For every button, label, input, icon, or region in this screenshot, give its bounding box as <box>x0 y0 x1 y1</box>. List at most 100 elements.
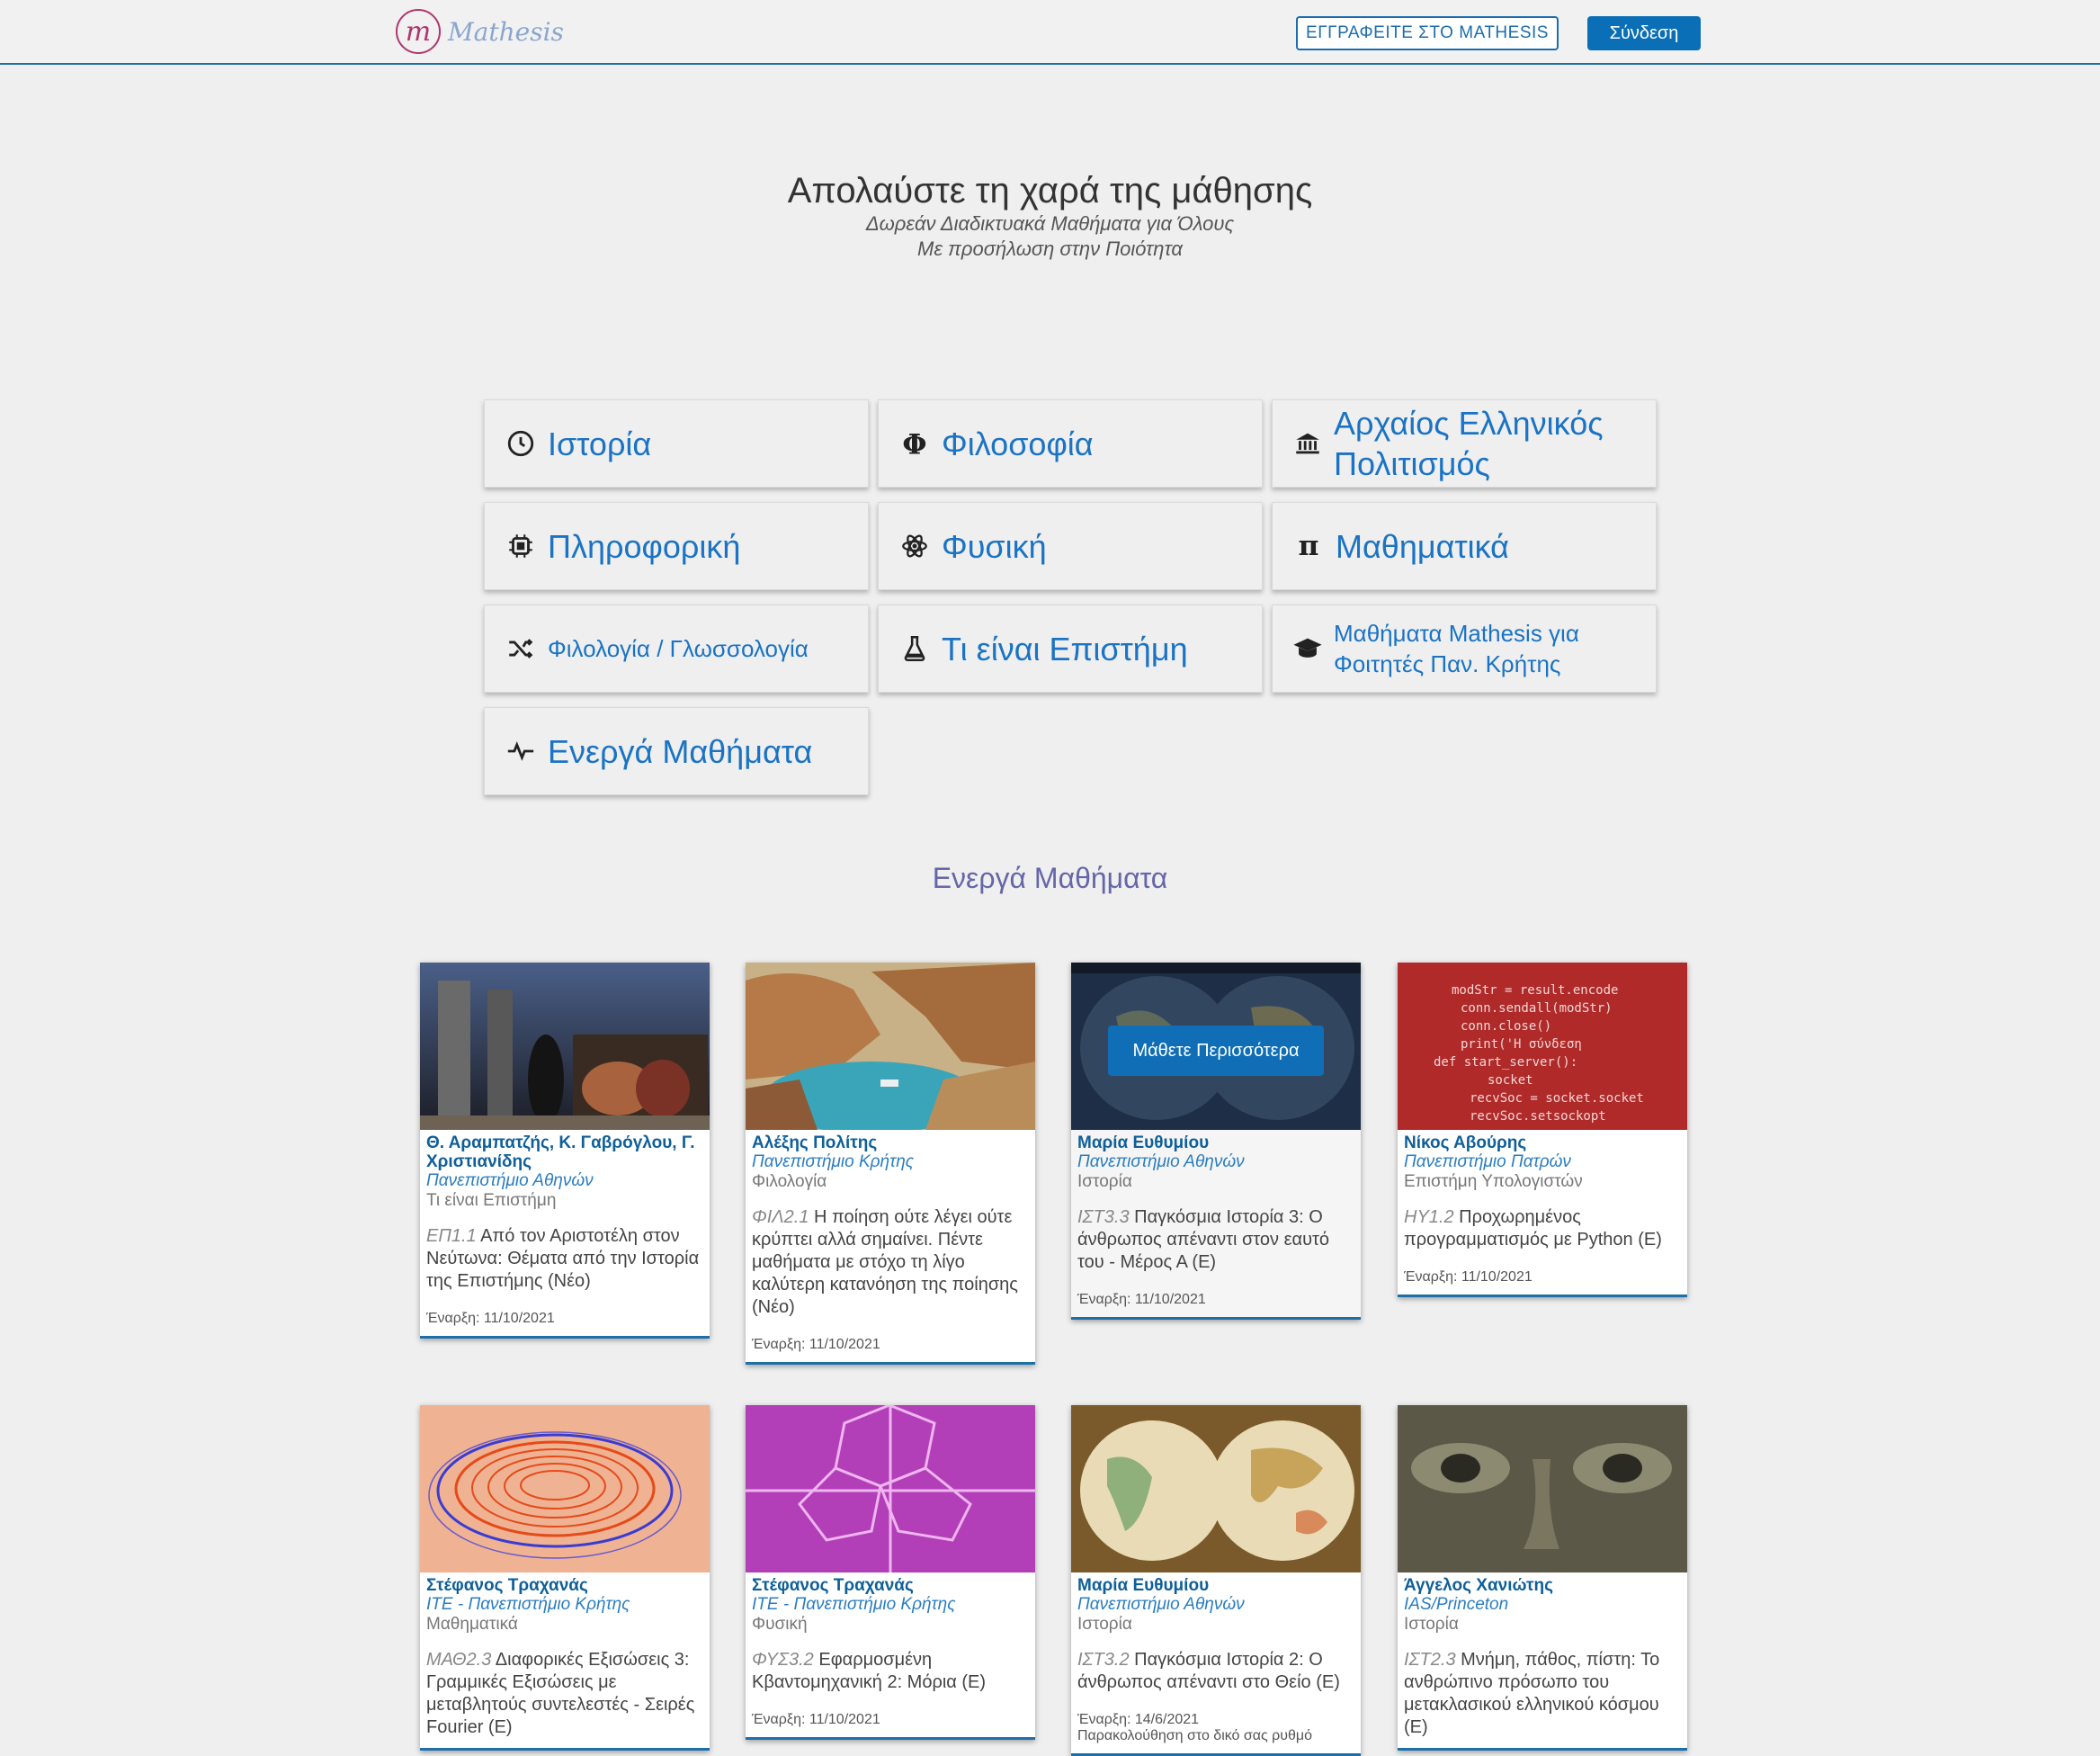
course-image <box>746 963 1035 1130</box>
learn-more-button[interactable]: Μάθετε Περισσότερα <box>1108 1026 1324 1076</box>
course-code: ΗΥ1.2 <box>1404 1207 1454 1227</box>
course-card[interactable]: Στέφανος Τραχανάς ΙΤΕ - Πανεπιστήμιο Κρή… <box>420 1405 710 1751</box>
course-start-date: Έναρξη: 11/10/2021 <box>752 1712 880 1727</box>
category-label: Τι είναι Επιστήμη <box>942 630 1188 667</box>
flask-icon <box>898 632 931 665</box>
course-card[interactable]: Μάθετε Περισσότερα Μαρία Ευθυμίου Πανεπι… <box>1071 963 1361 1320</box>
category-physics[interactable]: Φυσική <box>878 502 1263 590</box>
course-author[interactable]: Μαρία Ευθυμίου <box>1077 1133 1354 1152</box>
course-title[interactable]: ΜΑΘ2.3 Διαφορικές Εξισώσεις 3: Γραμμικές… <box>426 1649 703 1739</box>
course-field: Τι είναι Επιστήμη <box>426 1191 557 1210</box>
course-code: ΕΠ1.1 <box>426 1226 477 1246</box>
course-title[interactable]: ΙΣΤ3.3 Παγκόσμια Ιστορία 3: Ο άνθρωπος α… <box>1077 1206 1354 1274</box>
hero-subtitle-2: Με προσήλωση στην Ποιότητα <box>917 237 1183 260</box>
course-card[interactable]: Αλέξης Πολίτης Πανεπιστήμιο Κρήτης Φιλολ… <box>746 963 1035 1365</box>
course-image <box>420 963 710 1130</box>
course-self-paced-note: Παρακολούθηση στο δικό σας ρυθμό <box>1077 1728 1313 1743</box>
svg-text:print('H σύνδεση: print('H σύνδεση <box>1461 1037 1582 1052</box>
category-label: Μαθήματα Mathesis για Φοιτητές Παν. Κρήτ… <box>1334 620 1579 677</box>
category-label: Μαθηματικά <box>1336 527 1509 565</box>
category-what-is-science[interactable]: Τι είναι Επιστήμη <box>878 605 1263 693</box>
logo-m-icon: m <box>396 9 441 54</box>
course-card[interactable]: Στέφανος Τραχανάς ΙΤΕ - Πανεπιστήμιο Κρή… <box>746 1405 1035 1740</box>
svg-text:Φ: Φ <box>902 428 926 459</box>
course-author[interactable]: Μαρία Ευθυμίου <box>1077 1576 1354 1595</box>
course-author[interactable]: Άγγελος Χανιώτης <box>1404 1576 1681 1595</box>
course-author[interactable]: Στέφανος Τραχανάς <box>426 1576 703 1595</box>
category-crete-students[interactable]: Μαθήματα Mathesis για Φοιτητές Παν. Κρήτ… <box>1272 605 1657 693</box>
hero-title: Απολαύστε τη χαρά της μάθησης <box>787 171 1313 211</box>
course-code: ΙΣΤ2.3 <box>1404 1650 1456 1670</box>
course-author[interactable]: Νίκος Αβούρης <box>1404 1133 1681 1152</box>
course-image <box>746 1405 1035 1572</box>
course-title[interactable]: ΗΥ1.2 Προχωρημένος προγραμματισμός με Py… <box>1404 1206 1681 1251</box>
category-label: Φιλολογία / Γλωσσολογία <box>548 635 809 662</box>
svg-text:modStr = result.encode: modStr = result.encode <box>1452 983 1618 998</box>
course-image: modStr = result.encode conn.sendall(modS… <box>1398 963 1687 1130</box>
course-start-date: Έναρξη: 11/10/2021 <box>1404 1269 1533 1285</box>
login-button[interactable]: Σύνδεση <box>1587 16 1701 50</box>
history-clock-icon <box>505 427 537 460</box>
course-field: Ιστορία <box>1404 1615 1459 1634</box>
temple-icon <box>1292 427 1323 460</box>
hero: Απολαύστε τη χαρά της μάθησης Δωρεάν Δια… <box>0 171 2100 262</box>
category-informatics[interactable]: Πληροφορική <box>484 502 869 590</box>
category-label: Ενεργά Μαθήματα <box>548 732 813 770</box>
course-code: ΦΙΛ2.1 <box>752 1207 809 1227</box>
course-card[interactable]: Μαρία Ευθυμίου Πανεπιστήμιο Αθηνών Ιστορ… <box>1071 1405 1361 1756</box>
course-image <box>420 1405 710 1572</box>
course-university: Πανεπιστήμιο Αθηνών <box>1077 1595 1245 1614</box>
course-field: Φιλολογία <box>752 1172 827 1191</box>
phi-icon: Φ <box>898 427 931 460</box>
category-philology[interactable]: Φιλολογία / Γλωσσολογία <box>484 605 869 693</box>
graduation-cap-icon <box>1292 632 1323 665</box>
category-mathematics[interactable]: π Μαθηματικά <box>1272 502 1657 590</box>
course-university: Πανεπιστήμιο Αθηνών <box>1077 1152 1245 1171</box>
course-image <box>1398 1405 1687 1572</box>
register-button[interactable]: ΕΓΓΡΑΦΕΙΤΕ ΣΤΟ MATHESIS <box>1296 16 1559 50</box>
course-field: Ιστορία <box>1077 1172 1132 1191</box>
course-author[interactable]: Στέφανος Τραχανάς <box>752 1576 1029 1595</box>
course-image <box>1071 1405 1361 1572</box>
category-label: Πληροφορική <box>548 527 741 565</box>
pulse-icon <box>505 735 537 767</box>
course-university: Πανεπιστήμιο Αθηνών <box>426 1171 594 1190</box>
course-title[interactable]: ΦΥΣ3.2 Εφαρμοσμένη Κβαντομηχανική 2: Μόρ… <box>752 1649 1029 1694</box>
chip-icon <box>505 530 537 562</box>
category-label: Φυσική <box>942 527 1047 565</box>
course-author[interactable]: Θ. Αραμπατζής, Κ. Γαβρόγλου, Γ. Χριστιαν… <box>426 1133 703 1171</box>
svg-text:recvSoc.setsockopt: recvSoc.setsockopt <box>1470 1109 1606 1124</box>
shuffle-icon <box>505 632 537 665</box>
atom-icon <box>898 530 931 562</box>
course-author[interactable]: Αλέξης Πολίτης <box>752 1133 1029 1152</box>
course-card[interactable]: Θ. Αραμπατζής, Κ. Γαβρόγλου, Γ. Χριστιαν… <box>420 963 710 1339</box>
svg-text:conn.sendall(modStr): conn.sendall(modStr) <box>1461 1001 1613 1016</box>
category-philosophy[interactable]: Φ Φιλοσοφία <box>878 399 1263 488</box>
course-title[interactable]: ΙΣΤ3.2 Παγκόσμια Ιστορία 2: Ο άνθρωπος α… <box>1077 1649 1354 1694</box>
course-field: Φυσική <box>752 1615 808 1634</box>
course-title[interactable]: ΙΣΤ2.3 Μνήμη, πάθος, πίστη: Το ανθρώπινο… <box>1404 1649 1681 1739</box>
course-field: Επιστήμη Υπολογιστών <box>1404 1172 1583 1191</box>
course-start-date: Έναρξη: 11/10/2021 <box>752 1337 880 1352</box>
svg-text:def start_server():: def start_server(): <box>1434 1055 1577 1070</box>
svg-text:π: π <box>1299 531 1319 561</box>
category-active-courses[interactable]: Ενεργά Μαθήματα <box>484 707 869 795</box>
course-start-date: Έναρξη: 11/10/2021 <box>426 1311 555 1326</box>
course-card[interactable]: Άγγελος Χανιώτης IAS/Princeton Ιστορία Ι… <box>1398 1405 1687 1751</box>
logo-text: Mathesis <box>448 16 564 47</box>
pi-icon: π <box>1292 530 1325 562</box>
course-code: ΦΥΣ3.2 <box>752 1650 814 1670</box>
course-university: ΙΤΕ - Πανεπιστήμιο Κρήτης <box>752 1595 956 1614</box>
course-university: Πανεπιστήμιο Κρήτης <box>752 1152 914 1171</box>
mathesis-logo[interactable]: m Mathesis <box>396 9 564 54</box>
category-history[interactable]: Ιστορία <box>484 399 869 488</box>
course-card[interactable]: modStr = result.encode conn.sendall(modS… <box>1398 963 1687 1297</box>
category-ancient-greek-culture[interactable]: Αρχαίος Ελληνικός Πολιτισμός <box>1272 399 1657 488</box>
course-title[interactable]: ΦΙΛ2.1 Η ποίηση ούτε λέγει ούτε κρύπτει … <box>752 1206 1029 1319</box>
course-start-date: Έναρξη: 11/10/2021 <box>1077 1292 1206 1307</box>
category-label: Ιστορία <box>548 425 652 462</box>
course-field: Μαθηματικά <box>426 1615 518 1634</box>
category-label: Φιλοσοφία <box>942 425 1094 462</box>
course-title[interactable]: ΕΠ1.1 Από τον Αριστοτέλη στον Νεύτωνα: Θ… <box>426 1225 703 1293</box>
top-navbar: m Mathesis ΕΓΓΡΑΦΕΙΤΕ ΣΤΟ MATHESIS Σύνδε… <box>0 0 2100 65</box>
